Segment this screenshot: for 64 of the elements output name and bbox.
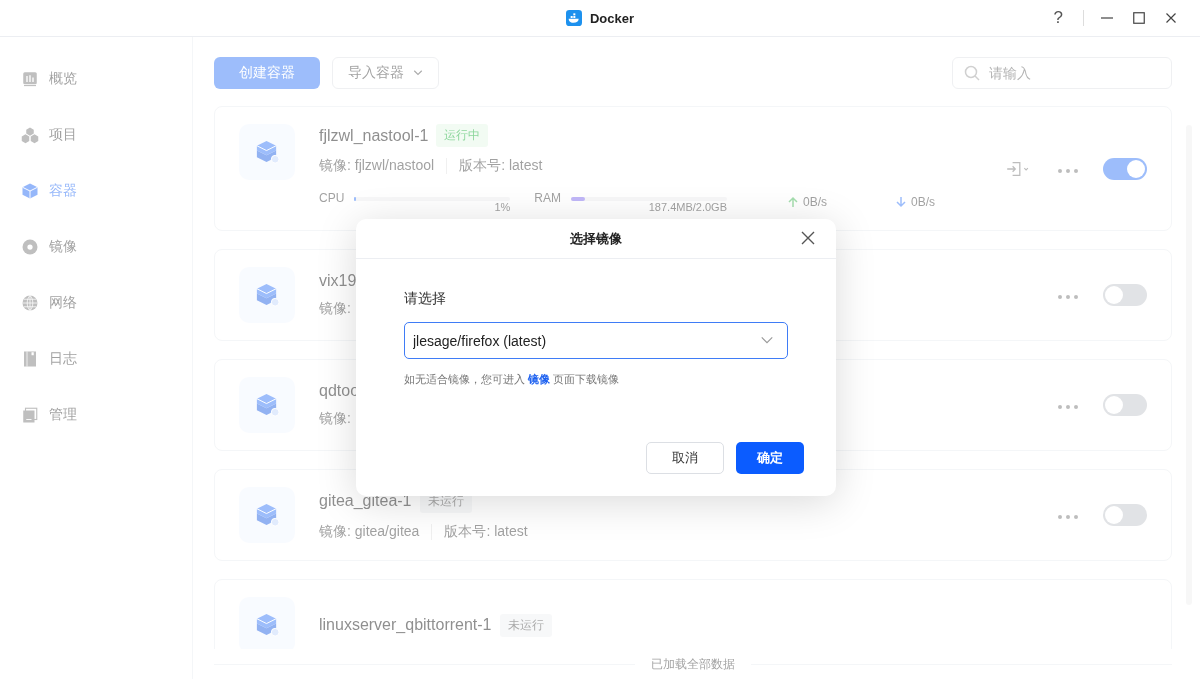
container-name: gitea_gitea-1 xyxy=(319,492,412,510)
whale-logo-icon xyxy=(565,10,582,26)
close-icon xyxy=(800,230,816,246)
sidebar-item[interactable]: 网络 xyxy=(0,275,192,331)
maximize-icon[interactable] xyxy=(1130,9,1148,27)
disc-icon xyxy=(21,238,39,256)
image-select[interactable]: jlesage/firefox (latest) xyxy=(404,322,788,359)
cubes-icon xyxy=(21,126,39,144)
down-arrow-icon xyxy=(895,196,907,208)
create-button[interactable]: 创建容器 xyxy=(214,57,320,89)
sidebar-item[interactable]: 镜像 xyxy=(0,219,192,275)
cube-icon xyxy=(254,139,280,165)
sidebar-item[interactable]: 日志 xyxy=(0,331,192,387)
more-icon xyxy=(1057,512,1079,522)
sidebar-item[interactable]: 项目 xyxy=(0,107,192,163)
toggle-switch[interactable] xyxy=(1103,504,1147,526)
sidebar-item[interactable]: 容器 xyxy=(0,163,192,219)
sidebar-item[interactable]: 管理 xyxy=(0,387,192,443)
up-arrow-icon xyxy=(787,196,799,208)
cube-icon xyxy=(254,282,280,308)
search-icon xyxy=(964,65,980,81)
import-button[interactable]: 导入容器 xyxy=(332,57,439,89)
upload-speed: 0B/s xyxy=(803,195,827,209)
confirm-button[interactable]: 确定 xyxy=(736,442,804,474)
toggle-switch[interactable] xyxy=(1103,394,1147,416)
container-name: vix19 xyxy=(319,272,357,290)
status-tag: 未运行 xyxy=(499,613,552,637)
image-text: 镜像: xyxy=(319,300,351,318)
globe-icon xyxy=(21,294,39,312)
toggle-switch[interactable] xyxy=(1103,157,1147,180)
bar-chart-icon xyxy=(21,70,39,88)
cube-icon xyxy=(254,612,280,638)
toggle-switch[interactable] xyxy=(1103,284,1147,306)
cube-icon xyxy=(254,502,280,528)
window-title: Docker xyxy=(589,10,635,26)
version-text: 版本号: latest xyxy=(444,522,528,541)
hint-text: 如无适合镜像，您可进入 镜像 页面下载镜像 xyxy=(404,372,621,387)
field-label: 请选择 xyxy=(404,290,447,308)
image-text: 镜像: fjlzwl/nastool xyxy=(319,157,435,175)
download-speed: 0B/s xyxy=(911,195,935,209)
cancel-button[interactable]: 取消 xyxy=(646,442,724,474)
usage-reading: 1% xyxy=(494,201,511,213)
cube-icon xyxy=(254,392,280,418)
search-field[interactable]: 请输入 xyxy=(952,57,1172,89)
help-button[interactable]: ? xyxy=(1047,8,1069,28)
close-button[interactable] xyxy=(800,230,816,246)
image-link[interactable]: 镜像 xyxy=(528,373,551,385)
image-text: 镜像: gitea/gitea xyxy=(319,522,420,541)
version-text: 版本号: latest xyxy=(459,157,543,175)
usage-reading: 187.4MB/2.0GB xyxy=(648,201,727,213)
window-icon xyxy=(21,406,39,424)
container-name: fjlzwl_nastool-1 xyxy=(319,126,429,145)
image-text: 镜像: xyxy=(319,410,351,428)
more-icon xyxy=(1057,292,1079,302)
footer-text: 已加载全部数据 xyxy=(651,655,735,673)
stat-label: CPU xyxy=(319,191,345,205)
container-name: linuxserver_qbittorrent-1 xyxy=(319,616,492,634)
sidebar-item[interactable]: 概览 xyxy=(0,51,192,107)
book-icon xyxy=(21,350,39,368)
status-tag: 运行中 xyxy=(436,124,489,147)
stat-label: RAM xyxy=(534,191,561,205)
more-icon xyxy=(1057,402,1079,412)
dialog-title: 选择镜像 xyxy=(570,229,622,248)
cube-icon xyxy=(21,182,39,200)
